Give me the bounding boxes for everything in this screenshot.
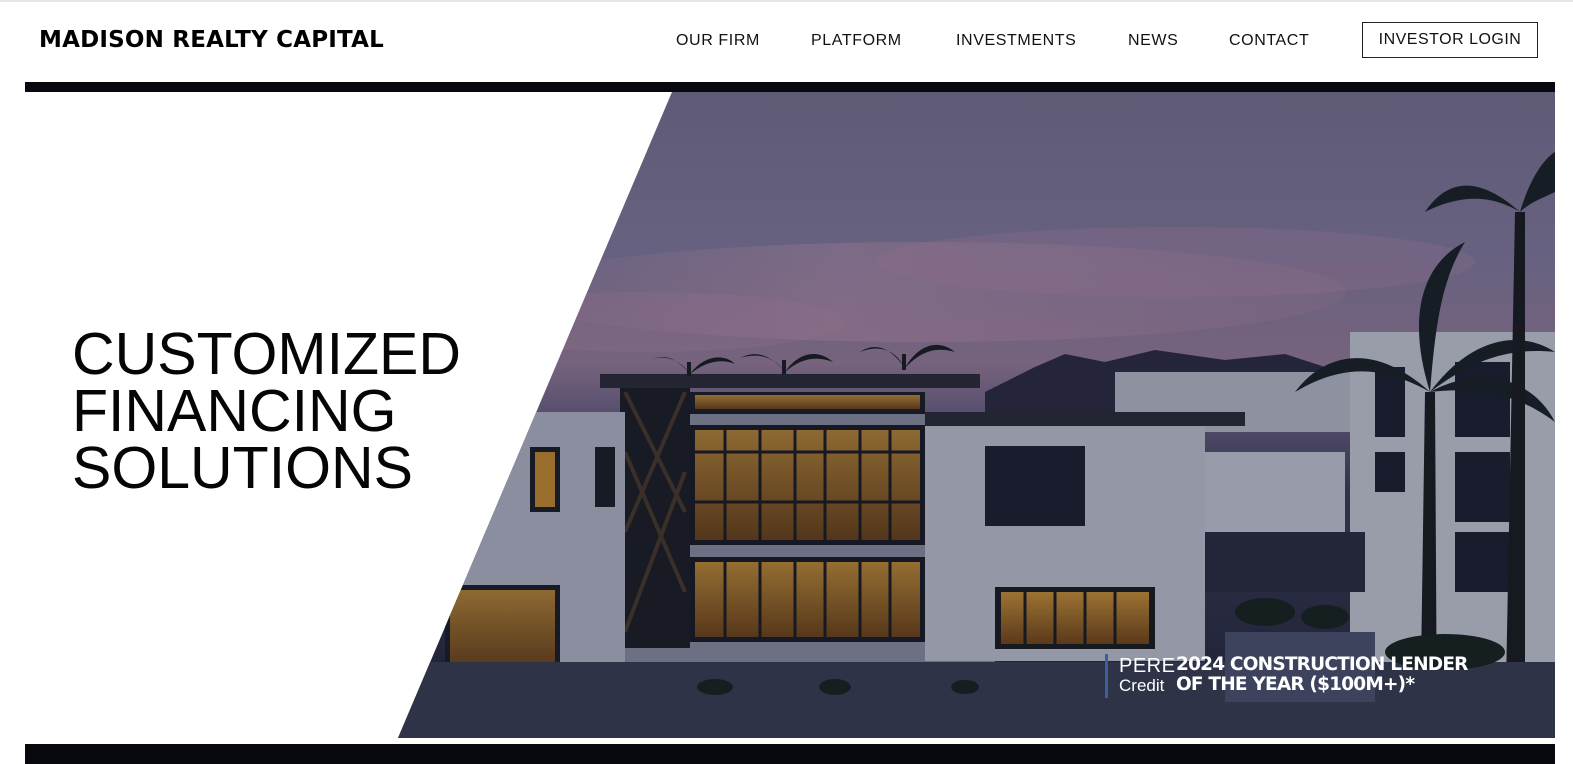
nav-item-our-firm[interactable]: OUR FIRM bbox=[676, 32, 760, 50]
hero-headline: CUSTOMIZED FINANCING SOLUTIONS bbox=[72, 321, 461, 501]
award-title-line2: OF THE YEAR ($100M+)* bbox=[1176, 674, 1415, 695]
award-title-line1: 2024 CONSTRUCTION LENDER bbox=[1176, 654, 1468, 675]
header-divider-bar bbox=[25, 82, 1555, 92]
nav-item-news[interactable]: NEWS bbox=[1128, 32, 1178, 50]
hero-section: CUSTOMIZED FINANCING SOLUTIONS PERE Cred… bbox=[25, 92, 1555, 738]
site-logo[interactable]: MADISON REALTY CAPITAL bbox=[39, 27, 384, 53]
site-header: MADISON REALTY CAPITAL OUR FIRM PLATFORM… bbox=[0, 2, 1573, 82]
headline-line-3: SOLUTIONS bbox=[72, 435, 413, 501]
nav-item-investments[interactable]: INVESTMENTS bbox=[956, 32, 1076, 50]
investor-login-button[interactable]: INVESTOR LOGIN bbox=[1362, 22, 1538, 58]
award-title: 2024 CONSTRUCTION LENDER OF THE YEAR ($1… bbox=[1176, 655, 1468, 695]
award-brand-line2: Credit bbox=[1119, 676, 1165, 695]
award-badge[interactable]: PERE Credit 2024 CONSTRUCTION LENDER OF … bbox=[1105, 654, 1468, 698]
pere-credit-logo: PERE Credit bbox=[1119, 656, 1175, 695]
nav-item-platform[interactable]: PLATFORM bbox=[811, 32, 902, 50]
nav-item-contact[interactable]: CONTACT bbox=[1229, 32, 1309, 50]
section-divider-bar bbox=[25, 744, 1555, 764]
headline-line-2: FINANCING bbox=[72, 378, 397, 444]
headline-line-1: CUSTOMIZED bbox=[72, 321, 461, 387]
award-brand-line1: PERE bbox=[1119, 655, 1176, 677]
